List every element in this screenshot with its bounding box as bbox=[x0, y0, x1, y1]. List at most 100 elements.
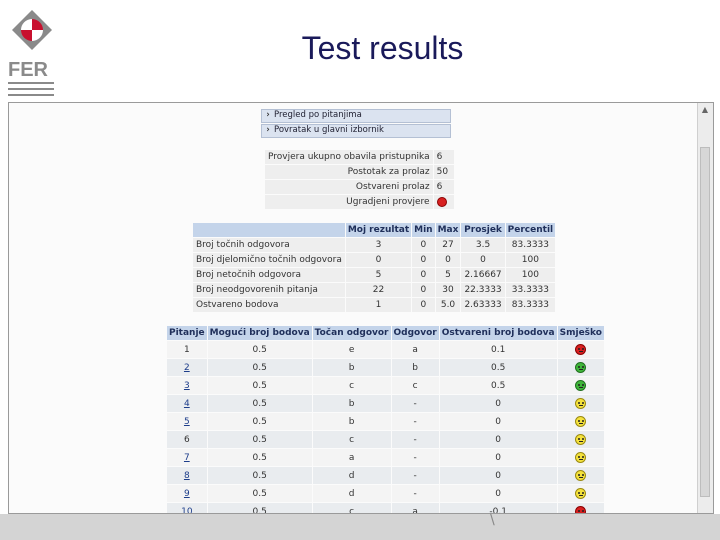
nav-item-question-review[interactable]: › Pregled po pitanjima bbox=[261, 109, 451, 123]
table-row: 6 0.5 c - 0 bbox=[167, 431, 604, 448]
table-row: Postotak za prolaz 50 bbox=[265, 165, 454, 179]
row-label: Broj točnih odgovora bbox=[193, 238, 345, 252]
possible-points: 0.5 bbox=[207, 485, 312, 502]
possible-points: 0.5 bbox=[207, 503, 312, 513]
nav-item-main-menu[interactable]: › Povratak u glavni izbornik bbox=[261, 124, 451, 138]
min-value: 0 bbox=[412, 238, 435, 252]
vertical-scrollbar[interactable]: ▲ bbox=[697, 103, 713, 513]
answers-table: Pitanje Mogući broj bodova Točan odgovor… bbox=[166, 325, 605, 514]
earned-points: 0 bbox=[439, 431, 557, 448]
nav-menu: › Pregled po pitanjima › Povratak u glavni… bbox=[261, 109, 451, 139]
percentile-value: 100 bbox=[505, 268, 556, 282]
given-answer: a bbox=[391, 341, 439, 358]
slide-title: Test results bbox=[301, 30, 464, 66]
neutral-face-yellow-icon bbox=[575, 452, 587, 463]
earned-points: 0.5 bbox=[439, 377, 557, 394]
chevron-right-icon: › bbox=[266, 110, 270, 120]
stat-value: 50 bbox=[433, 165, 454, 179]
row-label: Broj neodgovorenih pitanja bbox=[193, 283, 345, 297]
question-number: 6 bbox=[183, 434, 190, 445]
correct-answer: b bbox=[312, 359, 391, 376]
stat-label: Provjera ukupno obavila pristupnika bbox=[265, 150, 433, 164]
nav-item-label: Pregled po pitanjima bbox=[274, 110, 362, 120]
my-result: 1 bbox=[345, 298, 412, 312]
status-red-icon bbox=[436, 196, 447, 207]
max-value: 0 bbox=[435, 253, 461, 267]
row-label: Broj netočnih odgovora bbox=[193, 268, 345, 282]
max-value: 27 bbox=[435, 238, 461, 252]
min-value: 0 bbox=[412, 283, 435, 297]
given-answer: - bbox=[391, 395, 439, 412]
correct-answer: d bbox=[312, 467, 391, 484]
stat-value: 6 bbox=[433, 150, 454, 164]
scrollbar-thumb[interactable] bbox=[700, 147, 710, 497]
correct-answer: b bbox=[312, 413, 391, 430]
table-row: Ugradjeni provjere bbox=[265, 195, 454, 209]
correct-answer: e bbox=[312, 341, 391, 358]
possible-points: 0.5 bbox=[207, 395, 312, 412]
question-link[interactable]: 10 bbox=[181, 507, 192, 514]
my-result: 5 bbox=[345, 268, 412, 282]
given-answer: c bbox=[391, 377, 439, 394]
table-row: 8 0.5 d - 0 bbox=[167, 467, 604, 484]
nav-item-label: Povratak u glavni izbornik bbox=[274, 125, 384, 135]
column-header: Točan odgovor bbox=[312, 326, 391, 340]
sad-face-red-icon bbox=[575, 506, 587, 513]
min-value: 0 bbox=[412, 253, 435, 267]
neutral-face-yellow-icon bbox=[575, 470, 587, 481]
correct-answer: d bbox=[312, 485, 391, 502]
max-value: 5.0 bbox=[435, 298, 461, 312]
my-result: 22 bbox=[345, 283, 412, 297]
average-value: 3.5 bbox=[461, 238, 505, 252]
stat-label: Ostvareni prolaz bbox=[265, 180, 433, 194]
question-link[interactable]: 3 bbox=[184, 381, 190, 391]
decorative-slash-icon: \ bbox=[490, 512, 495, 528]
possible-points: 0.5 bbox=[207, 359, 312, 376]
column-header: Prosjek bbox=[461, 223, 505, 237]
percentile-value: 83.3333 bbox=[505, 298, 556, 312]
question-link[interactable]: 4 bbox=[184, 399, 190, 409]
question-link[interactable]: 2 bbox=[184, 363, 190, 373]
question-link[interactable]: 9 bbox=[184, 489, 190, 499]
neutral-face-yellow-icon bbox=[575, 434, 587, 445]
scroll-up-icon[interactable]: ▲ bbox=[700, 105, 710, 115]
neutral-face-yellow-icon bbox=[575, 488, 587, 499]
column-header: Moj rezultat bbox=[345, 223, 412, 237]
percentile-value: 83.3333 bbox=[505, 238, 556, 252]
smiley-green-icon bbox=[575, 380, 587, 391]
given-answer: - bbox=[391, 413, 439, 430]
table-row: 7 0.5 a - 0 bbox=[167, 449, 604, 466]
max-value: 5 bbox=[435, 268, 461, 282]
earned-points: 0 bbox=[439, 467, 557, 484]
chevron-right-icon: › bbox=[266, 125, 270, 135]
neutral-face-yellow-icon bbox=[575, 398, 587, 409]
smiley-green-icon bbox=[575, 362, 587, 373]
table-row: 10 0.5 c a -0.1 bbox=[167, 503, 604, 514]
column-header: Smješko bbox=[557, 326, 604, 340]
possible-points: 0.5 bbox=[207, 341, 312, 358]
table-row: 3 0.5 c c 0.5 bbox=[167, 377, 604, 394]
earned-points: 0.5 bbox=[439, 359, 557, 376]
table-row: Broj točnih odgovora 3 0 27 3.5 83.3333 bbox=[193, 238, 556, 252]
question-link[interactable]: 7 bbox=[184, 453, 190, 463]
table-row: Broj djelomično točnih odgovora 0 0 0 0 … bbox=[193, 253, 556, 267]
given-answer: - bbox=[391, 467, 439, 484]
possible-points: 0.5 bbox=[207, 467, 312, 484]
correct-answer: c bbox=[312, 503, 391, 513]
question-link[interactable]: 8 bbox=[184, 471, 190, 481]
given-answer: - bbox=[391, 431, 439, 448]
correct-answer: b bbox=[312, 395, 391, 412]
row-label: Ostvareno bodova bbox=[193, 298, 345, 312]
correct-answer: a bbox=[312, 449, 391, 466]
slide-footer-strip bbox=[0, 514, 720, 540]
table-row: 2 0.5 b b 0.5 bbox=[167, 359, 604, 376]
max-value: 30 bbox=[435, 283, 461, 297]
results-table: Moj rezultat Min Max Prosjek Percentil B… bbox=[192, 222, 556, 313]
table-row: Provjera ukupno obavila pristupnika 6 bbox=[265, 150, 454, 164]
correct-answer: c bbox=[312, 377, 391, 394]
question-number: 1 bbox=[183, 344, 190, 355]
question-link[interactable]: 5 bbox=[184, 417, 190, 427]
column-header: Min bbox=[412, 223, 435, 237]
min-value: 0 bbox=[412, 298, 435, 312]
possible-points: 0.5 bbox=[207, 449, 312, 466]
